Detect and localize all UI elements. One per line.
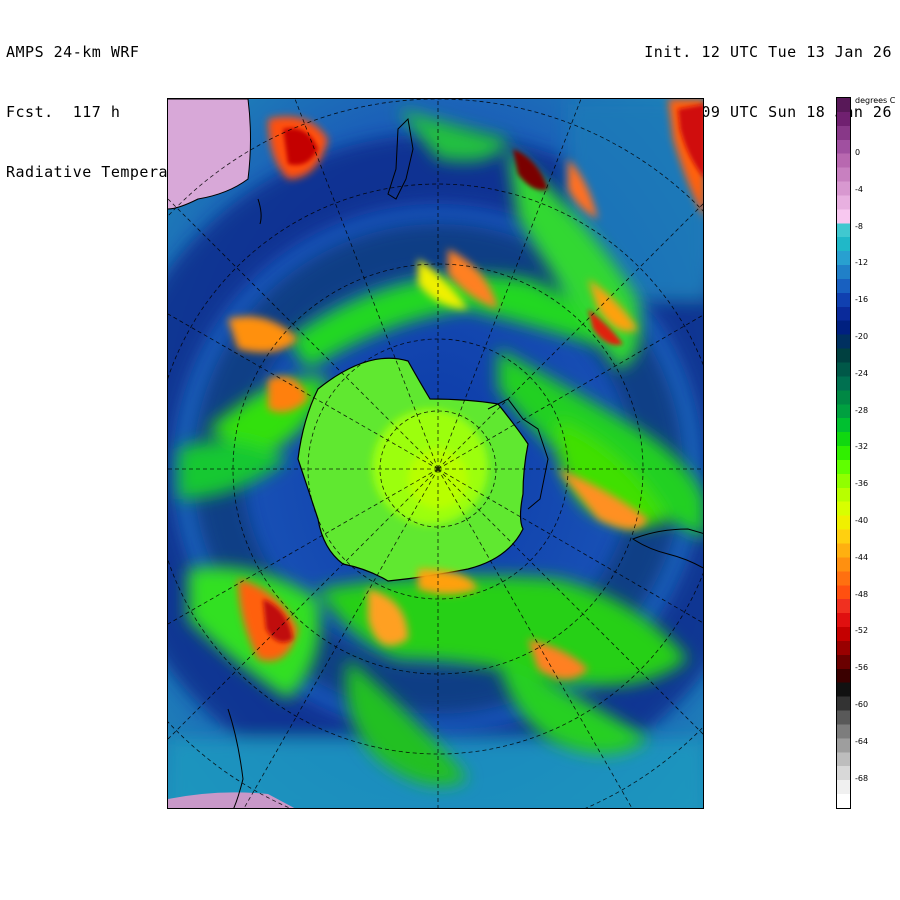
colorbar-tick-label: -32 — [855, 442, 869, 452]
colorbar-tick-label: -8 — [855, 221, 863, 231]
colorbar-tick-label: -4 — [855, 184, 863, 194]
map-panel — [167, 98, 704, 809]
colorbar-tick-label: -24 — [855, 368, 869, 378]
colorbar-tick-label: -36 — [855, 479, 869, 489]
colorbar-tick-label: -60 — [855, 700, 869, 709]
colorbar-tick-label: -16 — [855, 295, 869, 305]
colorbar-tick-label: -68 — [855, 773, 869, 783]
colorbar-tick-label: -44 — [855, 552, 869, 562]
colorbar-tick-label: -48 — [855, 589, 869, 599]
colorbar-tick-label: -20 — [855, 332, 869, 341]
model-title: AMPS 24-km WRF — [6, 43, 140, 61]
colorbar-units: degrees C — [855, 96, 896, 105]
colorbar-tick-label: -28 — [855, 405, 869, 415]
colorbar-tick-label: -64 — [855, 736, 869, 746]
colorbar-tick-label: -12 — [855, 258, 869, 268]
colorbar-tick-label: -56 — [855, 663, 869, 673]
radiative-temperature-map — [168, 99, 703, 808]
temperature-colorbar — [836, 97, 851, 809]
colorbar-tick-label: -52 — [855, 626, 869, 636]
colorbar-tick-label: 0 — [855, 148, 861, 157]
colorbar-tick-label: -40 — [855, 516, 869, 525]
init-time: Init. 12 UTC Tue 13 Jan 26 — [644, 43, 892, 61]
